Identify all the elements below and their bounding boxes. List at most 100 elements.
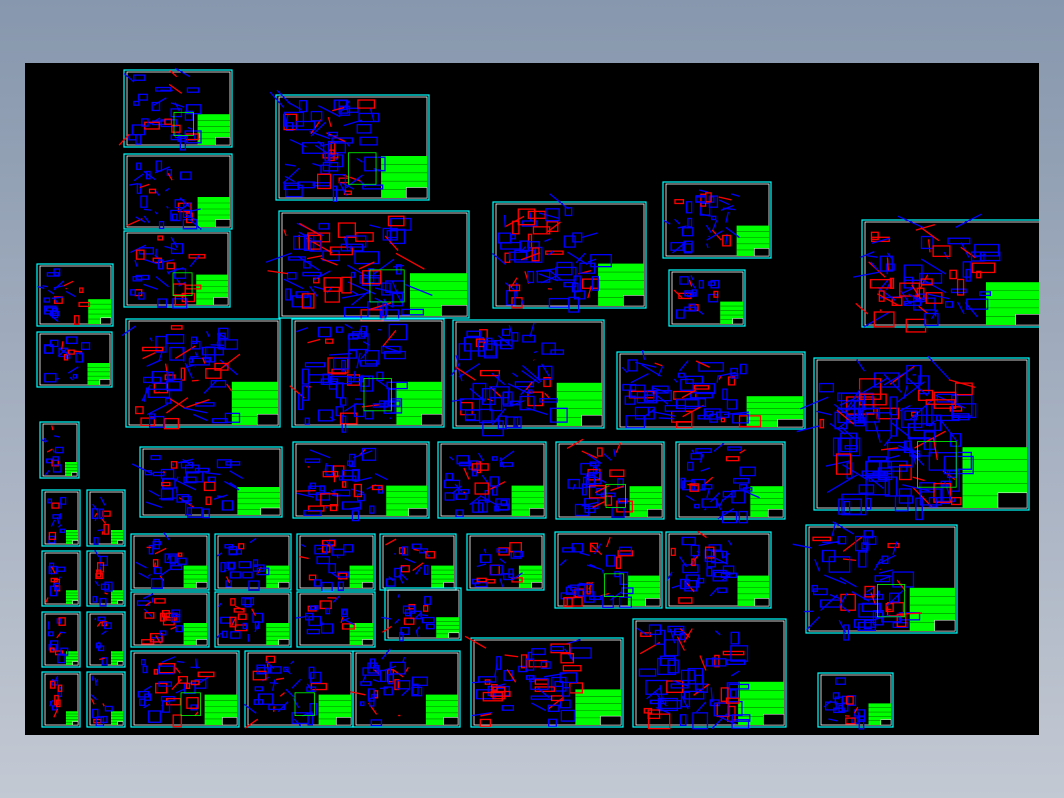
drawing-sheet[interactable] <box>86 671 126 728</box>
title-cell <box>421 413 443 426</box>
title-cell <box>362 639 374 646</box>
drawing-sheet[interactable] <box>130 650 240 728</box>
drawing-sheet[interactable] <box>379 533 457 591</box>
dimension-line <box>603 453 612 461</box>
dimension-line <box>217 602 222 608</box>
dimension-line <box>873 420 881 443</box>
dimension-line <box>392 264 405 268</box>
drawing-sheet[interactable] <box>555 438 665 520</box>
drawing-sheet[interactable] <box>41 671 81 728</box>
dimension-line <box>162 259 175 263</box>
drawing-sheet[interactable] <box>632 618 787 730</box>
dimension-line <box>94 512 98 518</box>
dimension-line <box>698 189 709 193</box>
dimension-line <box>356 352 361 369</box>
drawing-sheet[interactable] <box>296 533 376 593</box>
part-outline <box>230 631 241 639</box>
cad-model-space[interactable] <box>25 63 1039 735</box>
part-outline <box>152 471 165 477</box>
drawing-sheet[interactable] <box>214 533 292 591</box>
drawing-sheet[interactable] <box>36 263 114 327</box>
dimension-line <box>356 157 363 163</box>
part-outline <box>400 627 410 635</box>
part-outline <box>692 712 709 730</box>
part-outline <box>350 271 356 278</box>
part-outline <box>919 272 943 284</box>
dimension-line <box>296 327 309 333</box>
drawing-sheet[interactable] <box>295 591 376 648</box>
drawing-sheet[interactable] <box>817 672 894 730</box>
drawing-sheet[interactable] <box>492 193 647 313</box>
title-cell <box>529 508 545 517</box>
drawing-sheet[interactable] <box>41 611 81 668</box>
title-cell <box>100 317 112 325</box>
dimension-line <box>291 678 302 689</box>
drawing-sheet[interactable] <box>130 591 210 648</box>
dimension-line <box>912 476 925 482</box>
dimension-line <box>210 344 225 346</box>
part-outline <box>157 235 164 241</box>
dimension-line <box>327 117 332 128</box>
drawing-sheet[interactable] <box>86 489 126 547</box>
dimension-line <box>96 621 102 627</box>
drawing-sheet[interactable] <box>665 530 772 609</box>
part-outline <box>310 110 323 122</box>
dimension-line <box>698 310 704 315</box>
dimension-line <box>161 656 176 663</box>
dimension-line <box>336 555 339 559</box>
drawing-sheet[interactable] <box>616 350 806 430</box>
drawing-sheet[interactable] <box>554 531 663 609</box>
drawing-sheet[interactable] <box>41 550 81 607</box>
part-outline <box>65 336 78 345</box>
part-outline <box>142 346 164 352</box>
drawing-sheet[interactable] <box>265 210 470 322</box>
drawing-sheet[interactable] <box>130 531 210 591</box>
dimension-line <box>147 573 151 577</box>
drawing-sheet[interactable] <box>86 549 126 607</box>
part-outline <box>501 704 514 711</box>
part-outline <box>675 399 699 409</box>
drawing-sheet[interactable] <box>214 591 292 648</box>
part-outline <box>177 557 187 565</box>
dimension-line <box>927 239 931 253</box>
drawing-sheet[interactable] <box>289 318 445 433</box>
dimension-line <box>866 255 878 258</box>
drawing-sheet[interactable] <box>123 153 233 230</box>
dimension-line <box>149 337 153 342</box>
drawing-sheet[interactable] <box>853 213 1039 333</box>
drawing-sheet[interactable] <box>662 181 772 259</box>
drawing-sheet[interactable] <box>41 489 81 547</box>
drawing-sheet[interactable] <box>292 441 430 522</box>
title-cell <box>256 413 279 426</box>
drawing-sheet[interactable] <box>350 648 461 728</box>
drawing-sheet[interactable] <box>450 319 605 437</box>
part-outline <box>589 595 602 601</box>
drawing-sheet[interactable] <box>668 269 746 327</box>
part-outline <box>722 388 728 400</box>
drawing-sheet[interactable] <box>464 635 624 728</box>
dimension-line <box>213 494 228 500</box>
drawing-sheet[interactable] <box>466 533 545 591</box>
drawing-sheet[interactable] <box>243 650 354 729</box>
drawing-sheet[interactable] <box>39 421 80 479</box>
title-cell <box>278 639 290 646</box>
dimension-line <box>37 285 45 290</box>
drawing-sheet[interactable] <box>437 441 547 519</box>
drawing-sheet[interactable] <box>121 318 281 430</box>
dimension-line <box>687 483 698 487</box>
dimension-line <box>666 571 673 582</box>
drawing-sheet[interactable] <box>796 355 1030 521</box>
drawing-sheet[interactable] <box>381 587 462 642</box>
title-cell <box>260 507 281 516</box>
dimension-line <box>146 501 163 509</box>
dimension-line <box>842 535 864 552</box>
drawing-sheet[interactable] <box>118 67 233 151</box>
dimension-line <box>143 258 157 265</box>
drawing-sheet[interactable] <box>123 230 231 309</box>
drawing-sheet[interactable] <box>36 331 113 388</box>
drawing-sheet[interactable] <box>675 441 786 524</box>
drawing-sheet[interactable] <box>86 611 126 668</box>
drawing-sheet[interactable] <box>131 446 283 519</box>
drawing-sheet[interactable] <box>269 89 430 202</box>
drawing-sheet[interactable] <box>792 521 958 641</box>
